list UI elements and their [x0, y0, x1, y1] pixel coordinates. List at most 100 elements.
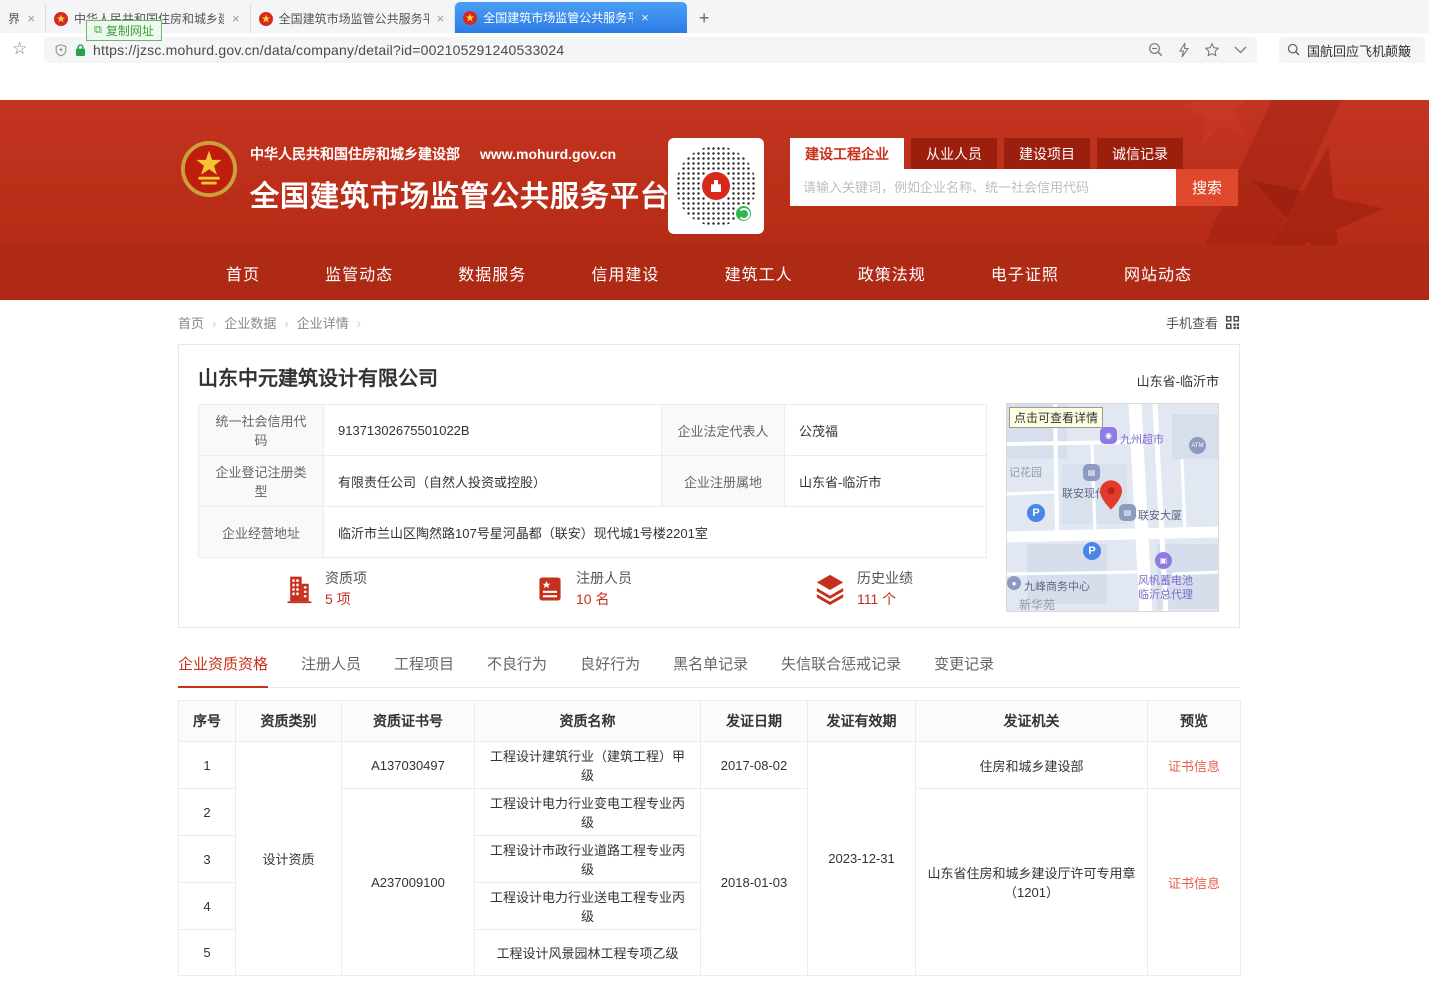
- map-label-supermarket: 九州超市: [1120, 431, 1164, 447]
- copy-url-label: 复制网址: [106, 22, 154, 39]
- ministry-name: 中华人民共和国住房和城乡建设部: [250, 144, 460, 164]
- reg-type-label: 企业登记注册类型: [199, 456, 324, 507]
- nav-item-workers[interactable]: 建筑工人: [725, 261, 793, 285]
- company-stats: 资质项 5 项 注册人员 10 名: [198, 568, 988, 610]
- page-content: 首页 企业数据 企业详情 手机查看 山东中元建筑设计有限公司 山东省-临沂市 统…: [178, 300, 1240, 976]
- map-pin-icon: [1100, 480, 1122, 510]
- certificate-info-link[interactable]: 证书信息: [1168, 876, 1220, 891]
- browser-tab-0[interactable]: 界: [0, 4, 46, 33]
- cell-authority: 住房和城乡建设部: [916, 742, 1148, 789]
- main-navigation: 首页 监管动态 数据服务 信用建设 建筑工人 政策法规 电子证照 网站动态: [0, 245, 1429, 300]
- url-text[interactable]: https://jzsc.mohurd.gov.cn/data/company/…: [93, 42, 564, 58]
- stat-performance-label: 历史业绩: [857, 568, 913, 589]
- url-bar-actions: [1148, 42, 1247, 58]
- cell-seq: 4: [179, 883, 236, 930]
- nav-item-supervision[interactable]: 监管动态: [325, 261, 393, 285]
- battery-marker-icon: ▣: [1155, 552, 1172, 569]
- zoom-out-icon[interactable]: [1148, 42, 1164, 58]
- credit-code-value: 91371302675501022B: [324, 405, 662, 456]
- parking-icon: P: [1027, 504, 1045, 522]
- business-center-icon: ●: [1007, 576, 1021, 590]
- stat-personnel-label: 注册人员: [576, 568, 632, 589]
- close-icon[interactable]: [435, 12, 447, 25]
- nav-item-data-service[interactable]: 数据服务: [458, 261, 526, 285]
- close-icon[interactable]: [230, 12, 242, 25]
- certificate-info-link[interactable]: 证书信息: [1168, 759, 1220, 774]
- stat-registered-personnel[interactable]: 注册人员 10 名: [535, 568, 632, 610]
- building-icon: [284, 573, 314, 605]
- nav-item-certificates[interactable]: 电子证照: [991, 261, 1059, 285]
- tab-projects[interactable]: 工程项目: [394, 653, 454, 687]
- header-search-module: 建设工程企业 从业人员 建设项目 诚信记录 搜索: [790, 138, 1238, 206]
- tab-registered-personnel[interactable]: 注册人员: [301, 653, 361, 687]
- keyword-search-input[interactable]: [790, 169, 1176, 206]
- cell-seq: 1: [179, 742, 236, 789]
- stat-qualifications[interactable]: 资质项 5 项: [284, 568, 367, 610]
- browser-tab-2[interactable]: 全国建筑市场监管公共服务平台: [251, 4, 456, 33]
- table-header-row: 序号 资质类别 资质证书号 资质名称 发证日期 发证有效期 发证机关 预览: [179, 701, 1241, 742]
- reg-type-value: 有限责任公司（自然人投资或控股）: [324, 456, 662, 507]
- breadcrumb-home[interactable]: 首页: [178, 313, 224, 332]
- location-map[interactable]: 点击可查看详情 ◉ 九州超市 ATM 记花园 ▤ 联安现代城 ▤ 联安大厦 P …: [1006, 403, 1219, 612]
- browser-url-bar: ☆ https://jzsc.mohurd.gov.cn/data/compan…: [0, 33, 1429, 67]
- search-tab-personnel[interactable]: 从业人员: [911, 138, 997, 169]
- platform-title: 全国建筑市场监管公共服务平台: [250, 173, 670, 215]
- nav-item-policy[interactable]: 政策法规: [858, 261, 926, 285]
- new-tab-button[interactable]: [687, 4, 721, 33]
- map-label-xinhuayuan: 新华苑: [1019, 596, 1055, 612]
- tab-blacklist[interactable]: 黑名单记录: [673, 653, 748, 687]
- tab-enterprise-qualification[interactable]: 企业资质资格: [178, 653, 268, 687]
- table-row: 1 设计资质 A137030497 工程设计建筑行业（建筑工程）甲级 2017-…: [179, 742, 1241, 789]
- tab-bad-behavior[interactable]: 不良行为: [487, 653, 547, 687]
- browser-window: 界 中华人民共和国住房和城乡建设 全国建筑市场监管公共服务平台 全国建筑市场监管…: [0, 0, 1429, 996]
- company-summary-card: 山东中元建筑设计有限公司 山东省-临沂市 统一社会信用代码 9137130267…: [178, 344, 1240, 628]
- search-icon: [1287, 43, 1301, 57]
- search-tab-project[interactable]: 建设项目: [1004, 138, 1090, 169]
- site-title-block: 中华人民共和国住房和城乡建设部 www.mohurd.gov.cn 全国建筑市场…: [250, 144, 670, 215]
- col-preview: 预览: [1148, 701, 1241, 742]
- detail-tabs: 企业资质资格 注册人员 工程项目 不良行为 良好行为 黑名单记录 失信联合惩戒记…: [178, 653, 1240, 688]
- company-name: 山东中元建筑设计有限公司: [198, 362, 438, 391]
- address-value: 临沂市兰山区陶然路107号星河晶都（联安）现代城1号楼2201室: [324, 507, 987, 558]
- cell-seq: 2: [179, 789, 236, 836]
- cell-qual-name: 工程设计建筑行业（建筑工程）甲级: [475, 742, 701, 789]
- col-seq: 序号: [179, 701, 236, 742]
- close-icon[interactable]: [25, 12, 37, 25]
- qr-icon[interactable]: [1225, 315, 1240, 330]
- search-tab-enterprise[interactable]: 建设工程企业: [790, 138, 904, 169]
- cell-cert-no: A237009100: [342, 789, 475, 976]
- address-field[interactable]: https://jzsc.mohurd.gov.cn/data/company/…: [44, 37, 1257, 63]
- close-icon[interactable]: [639, 11, 651, 24]
- bookmark-star-icon[interactable]: ☆: [12, 39, 27, 59]
- quick-search-box[interactable]: 国航回应飞机颠簸: [1279, 37, 1425, 63]
- reg-region-value: 山东省-临沂市: [785, 456, 987, 507]
- mobile-view-label[interactable]: 手机查看: [1166, 313, 1218, 332]
- stat-history-performance[interactable]: 历史业绩 111 个: [814, 568, 913, 610]
- chevron-down-icon[interactable]: [1234, 46, 1247, 54]
- nav-item-home[interactable]: 首页: [226, 261, 260, 285]
- stat-qualifications-value: 5 项: [325, 589, 367, 610]
- search-tab-credit[interactable]: 诚信记录: [1097, 138, 1183, 169]
- search-button[interactable]: 搜索: [1176, 169, 1238, 206]
- emblem-favicon-icon: [54, 12, 68, 26]
- site-header: 中华人民共和国住房和城乡建设部 www.mohurd.gov.cn 全国建筑市场…: [0, 100, 1429, 245]
- copy-icon: ⧉: [94, 24, 102, 37]
- layers-icon: [814, 573, 846, 605]
- breadcrumb-company-data[interactable]: 企业数据: [224, 313, 296, 332]
- favorite-star-icon[interactable]: [1204, 42, 1220, 58]
- qr-code: [668, 138, 764, 234]
- browser-tab-active[interactable]: 全国建筑市场监管公共服务平台: [455, 2, 687, 33]
- tab-change-records[interactable]: 变更记录: [934, 653, 994, 687]
- shield-icon[interactable]: [54, 43, 68, 58]
- emblem-favicon-icon: [259, 12, 273, 26]
- map-label-business-center: 九峰商务中心: [1024, 578, 1090, 594]
- cell-qual-name: 工程设计风景园林工程专项乙级: [475, 930, 701, 976]
- tab-good-behavior[interactable]: 良好行为: [580, 653, 640, 687]
- browser-tab-strip: 界 中华人民共和国住房和城乡建设 全国建筑市场监管公共服务平台 全国建筑市场监管…: [0, 0, 1429, 33]
- breadcrumb-company-detail[interactable]: 企业详情: [297, 313, 369, 332]
- nav-item-site-news[interactable]: 网站动态: [1124, 261, 1192, 285]
- tab-dishonesty-records[interactable]: 失信联合惩戒记录: [781, 653, 901, 687]
- copy-url-tooltip[interactable]: ⧉ 复制网址: [86, 20, 162, 41]
- lightning-icon[interactable]: [1178, 42, 1190, 58]
- nav-item-credit[interactable]: 信用建设: [591, 261, 659, 285]
